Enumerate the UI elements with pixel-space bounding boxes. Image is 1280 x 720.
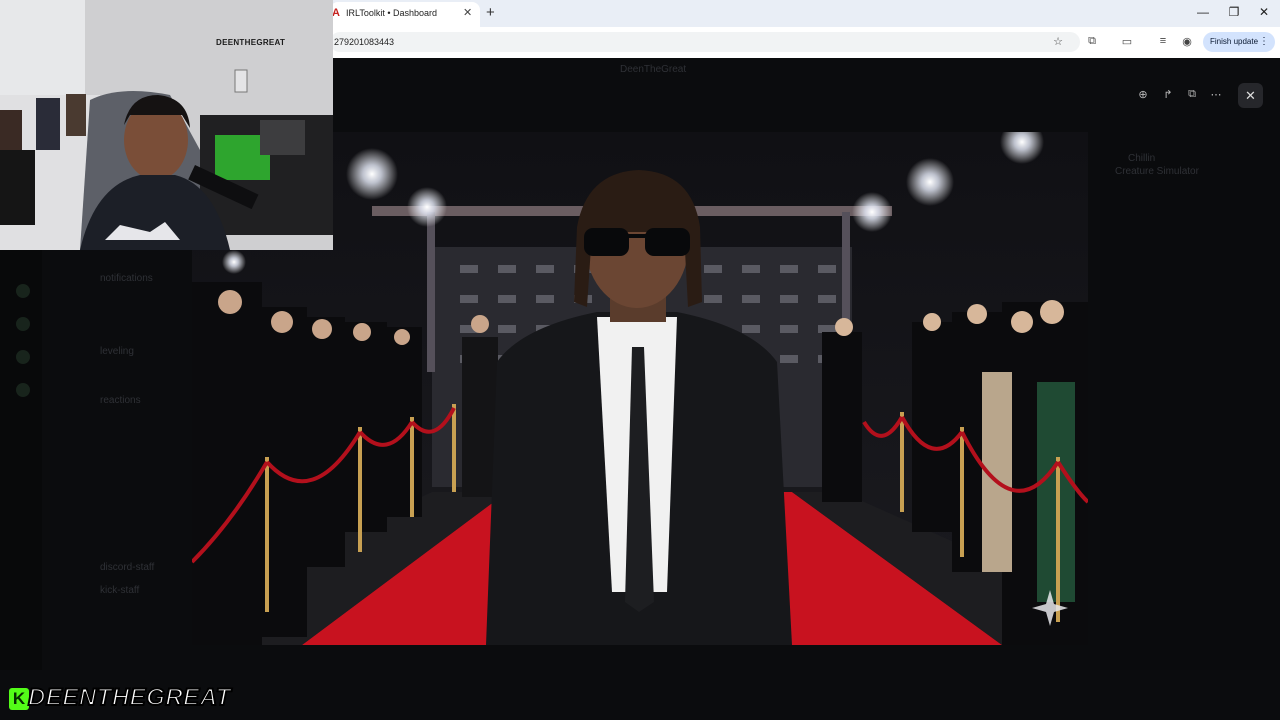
menu-dots-icon: ⋮ [1259, 36, 1269, 47]
address-bar[interactable] [330, 32, 1080, 52]
tab-favicon-icon: A [332, 7, 340, 19]
finish-update-label: Finish update [1210, 37, 1259, 46]
channel-item[interactable]: leveling [100, 346, 134, 357]
server-icon[interactable] [16, 383, 30, 397]
channel-item[interactable]: reactions [100, 395, 141, 406]
server-icon[interactable] [16, 317, 30, 331]
member-list-panel [1100, 110, 1280, 670]
restore-button[interactable]: ❐ [1224, 5, 1244, 19]
channel-item[interactable]: discord-staff [100, 562, 154, 573]
streamer-name-overlay: DEENTHEGREAT [27, 683, 231, 712]
minimize-button[interactable]: — [1193, 5, 1213, 19]
url-text: 279201083443 [334, 37, 395, 47]
finish-update-button[interactable]: Finish update ⋮ [1203, 32, 1275, 52]
activity-subtitle: Creature Simulator [1115, 166, 1199, 177]
kick-logo-icon: K [9, 688, 29, 710]
close-viewer-button[interactable]: ✕ [1238, 83, 1263, 108]
media-controls-icon[interactable]: ≡ [1156, 35, 1170, 47]
channel-item[interactable]: kick-staff [100, 585, 139, 596]
more-options-icon[interactable]: ⋯ [1208, 88, 1224, 101]
new-tab-button[interactable]: + [486, 4, 495, 21]
cast-icon[interactable]: ▭ [1120, 35, 1134, 48]
bookmark-star-icon[interactable]: ☆ [1051, 35, 1065, 48]
server-list [0, 250, 42, 670]
activity-title: Chillin [1128, 153, 1156, 164]
zoom-in-icon[interactable]: ⊕ [1135, 88, 1151, 101]
wall-logo: DEENTHEGREAT [216, 38, 286, 47]
open-external-icon[interactable]: ⧉ [1184, 88, 1200, 101]
tab-close-icon[interactable]: ✕ [463, 6, 472, 19]
server-icon[interactable] [16, 350, 30, 364]
extensions-icon[interactable]: ⧉ [1085, 35, 1099, 48]
channel-item[interactable]: notifications [100, 273, 153, 284]
server-icon[interactable] [16, 284, 30, 298]
share-icon[interactable]: ↱ [1160, 88, 1176, 101]
discord-header-title: DeenTheGreat [620, 64, 687, 75]
profile-icon[interactable]: ◉ [1180, 35, 1194, 48]
window-close-button[interactable]: ✕ [1254, 5, 1274, 19]
tab-title: IRLToolkit • Dashboard [346, 8, 438, 18]
